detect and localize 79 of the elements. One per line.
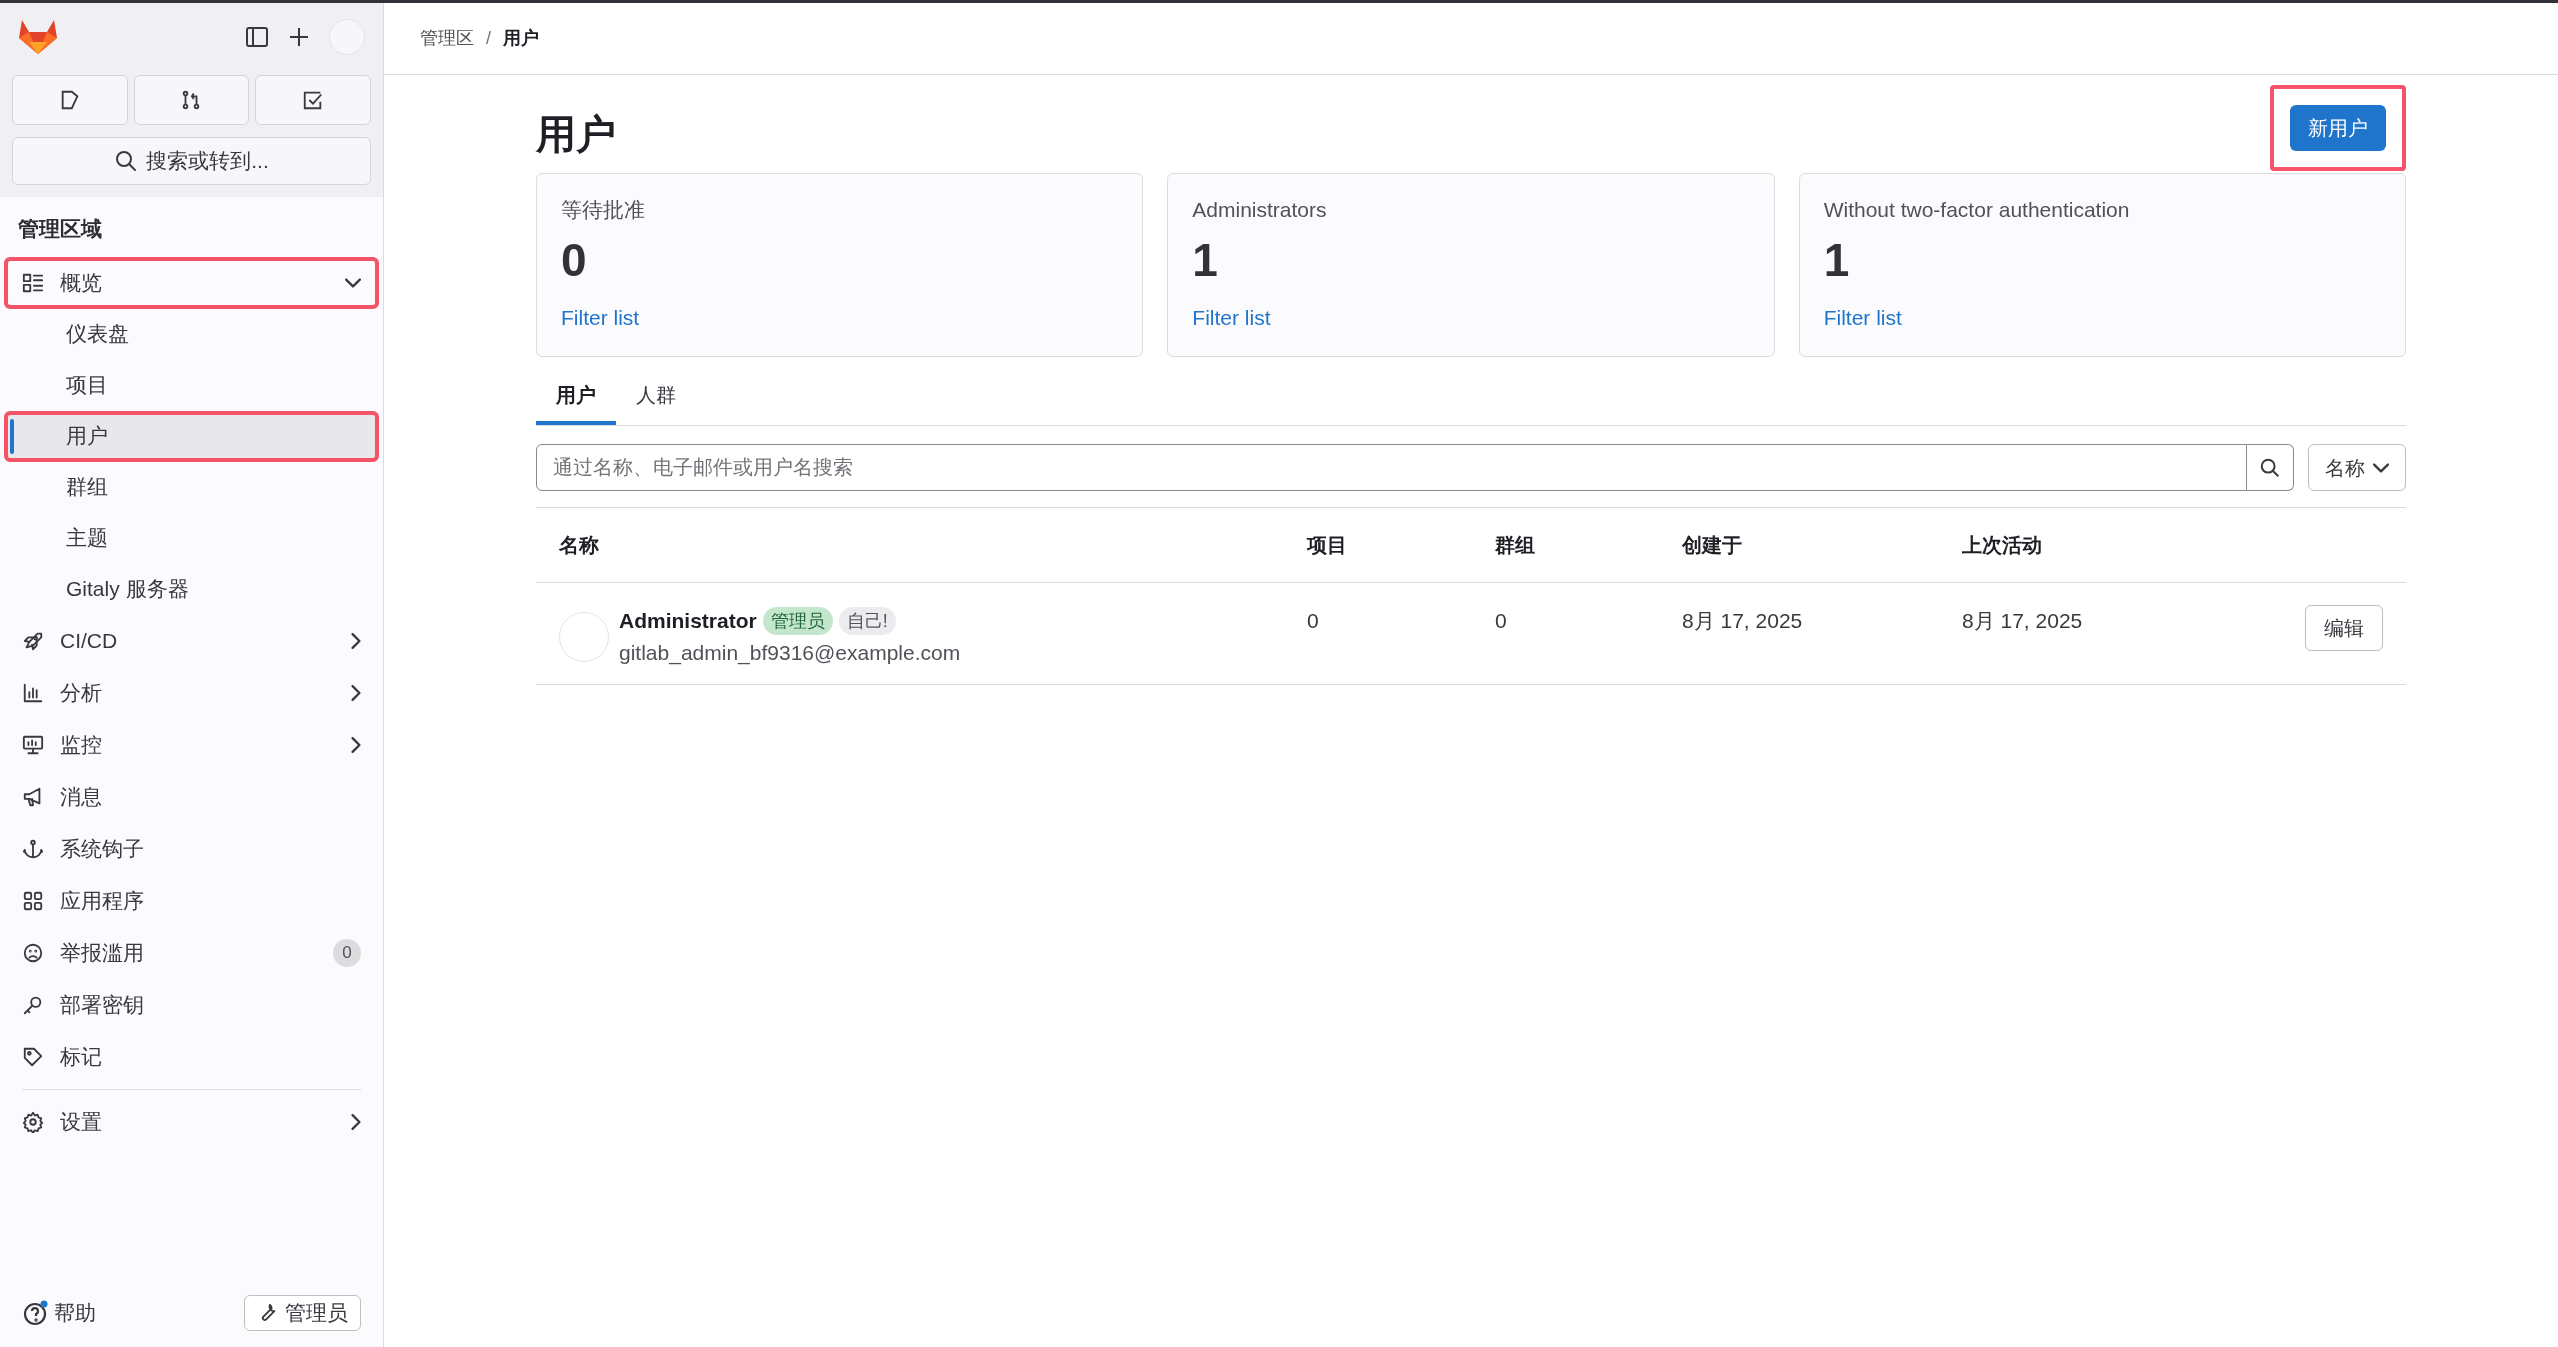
help-icon[interactable] (22, 1299, 50, 1327)
badge: 管理员 (762, 606, 833, 635)
merge-requests-button[interactable] (133, 75, 250, 125)
bar-chart-icon (22, 681, 44, 704)
checkbox-icon (302, 89, 325, 111)
edit-button[interactable]: 编辑 (2305, 605, 2383, 651)
nav-subitem[interactable]: 群组 (4, 461, 379, 513)
grid-icon (22, 889, 44, 912)
tab[interactable]: 用户 (536, 369, 616, 425)
column-header: 群组 (1495, 533, 1535, 558)
nav-item[interactable]: 标记 (4, 1030, 379, 1083)
stat-value: 1 (1192, 232, 1218, 288)
chevron-right-icon (351, 684, 361, 701)
admin-button[interactable]: 管理员 (244, 1295, 361, 1331)
nav-item[interactable]: 监控 (4, 718, 379, 771)
user-email: gitlab_admin_bf9316@example.com (619, 639, 961, 667)
list-icon (22, 271, 44, 294)
sidebar-toggle-icon[interactable] (245, 25, 269, 49)
tag-icon (22, 1045, 44, 1068)
column-header: 创建于 (1682, 533, 1742, 558)
table-cell-text: 0 (1495, 608, 1507, 634)
gear-icon (22, 1110, 44, 1133)
todo-button[interactable] (255, 75, 371, 125)
nav-subitem[interactable]: 项目 (4, 359, 379, 411)
nav-item[interactable]: 概览 (4, 256, 379, 309)
breadcrumb-separator: / (486, 27, 491, 50)
nav-item[interactable]: 设置 (4, 1095, 379, 1148)
search-icon (114, 149, 139, 173)
anchor-icon (22, 837, 44, 860)
breadcrumb-link[interactable]: 用户 (503, 25, 539, 52)
nav-item[interactable]: 消息 (4, 770, 379, 823)
column-header: 上次活动 (1962, 533, 2042, 558)
filter-link[interactable]: Filter list (561, 301, 640, 333)
nav-subitem[interactable]: Gitaly 服务器 (4, 563, 379, 615)
breadcrumb-link[interactable]: 管理区 (420, 25, 474, 52)
search-field[interactable]: 通过名称、电子邮件或用户名搜索 (536, 444, 2247, 491)
stat-label: Without two-factor authentication (1823, 197, 2130, 223)
chevron-down-icon (345, 277, 361, 288)
user-name[interactable]: Administrator (619, 605, 757, 637)
nav-item[interactable]: 应用程序 (4, 874, 379, 927)
user-avatar (559, 611, 609, 662)
stat-value: 0 (561, 232, 587, 288)
search-button[interactable]: 搜索或转到... (12, 137, 371, 185)
filter-link[interactable]: Filter list (1823, 301, 1902, 333)
nav-subitem[interactable]: 仪表盘 (4, 308, 379, 360)
chevron-right-icon (351, 1113, 361, 1130)
page-title: 用户 (536, 111, 616, 158)
sad-face-icon (22, 941, 44, 964)
column-header: 名称 (559, 533, 599, 558)
chevron-right-icon (351, 736, 361, 753)
table-cell-text: 8月 17, 2025 (1962, 608, 2083, 634)
nav-item[interactable]: 部署密钥 (4, 978, 379, 1031)
search-icon (2259, 456, 2281, 479)
column-header: 项目 (1307, 533, 1347, 558)
nav-item[interactable]: 分析 (4, 666, 379, 719)
table-cell-text: 0 (1307, 608, 1319, 634)
count-badge: 0 (333, 938, 361, 967)
chevron-down-icon (2373, 462, 2389, 473)
nav-subitem[interactable]: 用户 (4, 410, 379, 462)
help-link[interactable]: 帮助 (54, 1297, 96, 1329)
search-button[interactable] (2247, 444, 2294, 491)
new-user-button[interactable]: 新用户 (2290, 105, 2386, 151)
nav-item[interactable]: CI/CD (4, 614, 379, 667)
tab[interactable]: 人群 (616, 369, 696, 425)
stat-value: 1 (1823, 232, 1850, 288)
plus-icon[interactable] (287, 25, 311, 49)
nav-item[interactable]: 举报滥用 0 (4, 926, 379, 979)
table-cell-text: 8月 17, 2025 (1682, 608, 1803, 634)
fox-logo-icon[interactable] (18, 18, 58, 56)
nav-subitem[interactable]: 主题 (4, 512, 379, 564)
section-title: 管理区域 (17, 216, 103, 242)
nav-item[interactable]: 系统钩子 (4, 822, 379, 875)
filter-link[interactable]: Filter list (1192, 301, 1271, 333)
sort-dropdown[interactable]: 名称 (2308, 444, 2406, 491)
stat-label: Administrators (1192, 197, 1327, 223)
badge: 自己! (838, 606, 896, 635)
chevron-right-icon (351, 632, 361, 649)
monitor-icon (22, 733, 44, 756)
stat-label: 等待批准 (561, 197, 645, 223)
